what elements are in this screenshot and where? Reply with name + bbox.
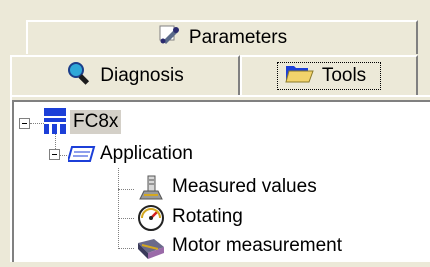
tree-connector xyxy=(118,248,134,249)
tree-node-application[interactable]: Application xyxy=(100,142,193,166)
application-icon xyxy=(66,144,96,170)
tree-node-rotating[interactable]: Rotating xyxy=(172,205,243,229)
tree-connector xyxy=(118,168,119,249)
tab-tools-label: Tools xyxy=(321,65,367,86)
tree-view[interactable]: FC8x Application Measured values Rotatin… xyxy=(12,100,430,262)
collapse-toggle-root[interactable] xyxy=(19,118,30,129)
tab-diagnosis-label: Diagnosis xyxy=(100,65,184,86)
device-icon xyxy=(44,108,66,140)
tree-node-motor-measurement[interactable]: Motor measurement xyxy=(172,234,342,258)
tree-connector xyxy=(118,189,134,190)
tab-parameters-label: Parameters xyxy=(188,27,288,48)
tree-node-fc8x[interactable]: FC8x xyxy=(70,110,122,134)
tab-tools-focus: Tools xyxy=(276,62,382,90)
tab-tools[interactable]: Tools xyxy=(240,55,418,95)
tab-parameters[interactable]: Parameters xyxy=(26,20,418,54)
tree-connector xyxy=(30,123,44,124)
collapse-toggle-application[interactable] xyxy=(49,149,60,160)
tree-connector xyxy=(118,218,134,219)
tree-node-measured-values[interactable]: Measured values xyxy=(172,175,317,199)
tab-diagnosis[interactable]: Diagnosis xyxy=(10,55,240,95)
folder-open-icon xyxy=(284,62,314,90)
magnifier-icon xyxy=(66,60,92,92)
wrench-icon xyxy=(157,23,181,53)
